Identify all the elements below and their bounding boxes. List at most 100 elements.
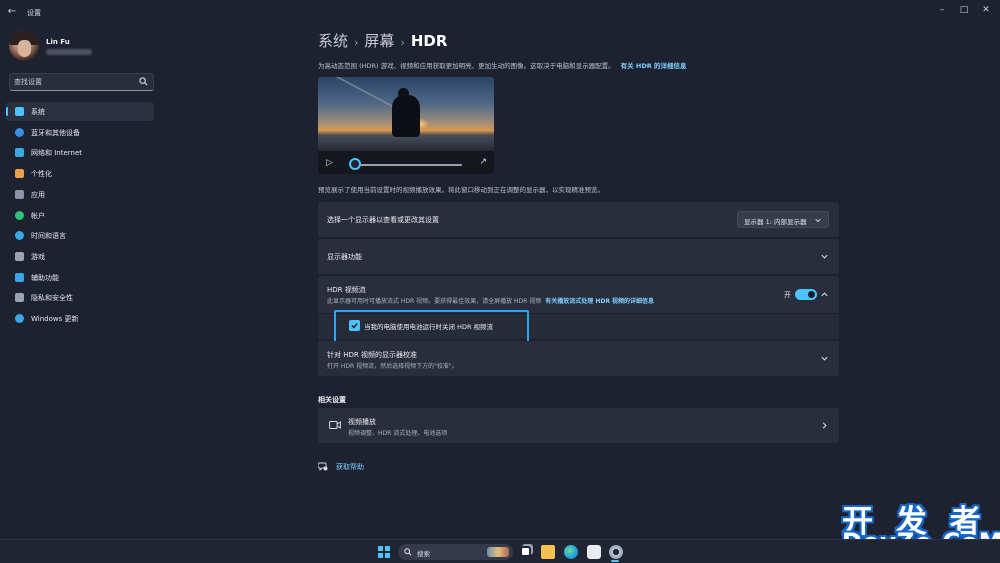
settings-search[interactable] <box>9 73 154 91</box>
sidebar-item-label: 系统 <box>31 108 45 116</box>
highlight-box <box>334 310 529 343</box>
wifi-icon <box>15 148 24 158</box>
maximize-icon[interactable]: □ <box>956 4 972 16</box>
apps-icon <box>15 189 24 199</box>
search-input[interactable] <box>14 76 134 88</box>
calibration-title: 针对 HDR 视频的显示器校准 <box>327 351 417 359</box>
taskbar-search-label: 搜索 <box>417 550 430 558</box>
sidebar-item-label: 应用 <box>31 190 45 199</box>
close-icon[interactable]: ✕ <box>978 4 994 16</box>
account-icon <box>15 210 24 220</box>
hdr-video-subtitle: 此显示器可用时可播放流式 HDR 视频。要获得最佳效果，请全屏播放 HDR 视频… <box>327 296 654 305</box>
display-capabilities-title: 显示器功能 <box>327 253 362 261</box>
video-playback-title: 视频播放 <box>348 418 376 426</box>
brush-icon <box>15 169 24 179</box>
user-name: Lin Fu <box>46 38 70 46</box>
hdr-video-preview: ▷ ↗ <box>318 77 494 174</box>
preview-note: 预览展示了使用当前设置时的视频播放效果。将此窗口移动到正在调整的显示器，以实现精… <box>318 186 604 194</box>
app-title: 设置 <box>27 9 41 17</box>
file-explorer-icon[interactable] <box>541 545 555 559</box>
sidebar-item-account[interactable]: 帐户 <box>6 206 154 225</box>
display-dropdown[interactable]: 显示器 1: 内部显示器 <box>737 211 829 228</box>
toggle-state-label: 开 <box>784 291 791 299</box>
sidebar-item-accessibility[interactable]: 辅助功能 <box>6 268 154 287</box>
sidebar-item-gamepad[interactable]: 游戏 <box>6 247 154 266</box>
display-select-card: 选择一个显示器以查看或更改其设置 显示器 1: 内部显示器 <box>318 202 839 237</box>
hdr-info-link[interactable]: 有关 HDR 的详细信息 <box>621 62 687 70</box>
bluetooth-icon <box>15 127 24 137</box>
sidebar-item-shield[interactable]: 隐私和安全性 <box>6 288 154 307</box>
active-indicator <box>6 107 8 116</box>
avatar[interactable] <box>9 31 39 61</box>
breadcrumb: 系统 › 屏幕 › HDR <box>318 30 447 51</box>
sidebar-item-globe-clock[interactable]: 时间和语言 <box>6 226 154 245</box>
chevron-down-icon <box>821 254 828 259</box>
display-dropdown-value: 显示器 1: 内部显示器 <box>744 218 807 226</box>
chevron-up-icon[interactable] <box>820 290 829 299</box>
start-icon[interactable] <box>378 546 390 558</box>
scrubber-thumb[interactable] <box>349 158 361 170</box>
help-icon[interactable] <box>318 461 328 471</box>
preview-image <box>318 77 494 173</box>
video-playback-subtitle: 视频调整、HDR 流式处理、电池选项 <box>348 430 448 437</box>
hdr-video-title: HDR 视频流 <box>327 286 366 294</box>
user-email-blurred <box>46 49 92 55</box>
store-icon[interactable] <box>587 545 601 559</box>
sidebar-item-label: 个性化 <box>31 170 52 179</box>
back-arrow-icon[interactable]: ← <box>6 6 18 18</box>
related-settings-header: 相关设置 <box>318 396 346 404</box>
active-app-indicator <box>611 560 619 562</box>
minimize-icon[interactable]: – <box>934 4 950 16</box>
sidebar-item-label: Windows 更新 <box>31 315 79 323</box>
breadcrumb-separator: › <box>400 36 405 49</box>
search-highlight-icon <box>487 547 509 557</box>
sidebar-item-label: 蓝牙和其他设备 <box>31 128 80 137</box>
sidebar-item-label: 网络和 Internet <box>31 149 83 158</box>
title-bar: ← 设置 – □ ✕ <box>0 0 1000 24</box>
video-camera-icon <box>329 421 341 429</box>
hdr-video-card: HDR 视频流 此显示器可用时可播放流式 HDR 视频。要获得最佳效果，请全屏播… <box>318 276 839 313</box>
task-view-icon[interactable] <box>520 546 531 557</box>
chevron-right-icon <box>822 422 827 429</box>
video-scrubber[interactable] <box>352 164 462 166</box>
sidebar-item-update[interactable]: Windows 更新 <box>6 309 154 328</box>
settings-icon[interactable] <box>609 545 623 559</box>
sidebar-item-apps[interactable]: 应用 <box>6 185 154 204</box>
play-icon[interactable]: ▷ <box>326 158 333 168</box>
video-playback-card[interactable]: 视频播放 视频调整、HDR 流式处理、电池选项 <box>318 408 839 443</box>
calibration-subtitle: 打开 HDR 视频流，然后选择视频下方的"校准"。 <box>327 363 458 370</box>
search-icon[interactable] <box>139 77 148 86</box>
chevron-down-icon <box>815 218 821 223</box>
sidebar-item-wifi[interactable]: 网络和 Internet <box>6 143 154 162</box>
search-icon <box>404 548 412 556</box>
sidebar-item-bluetooth[interactable]: 蓝牙和其他设备 <box>6 123 154 142</box>
sidebar-item-label: 辅助功能 <box>31 273 59 282</box>
edge-icon[interactable] <box>564 545 578 559</box>
hdr-video-subtitle-text: 此显示器可用时可播放流式 HDR 视频。要获得最佳效果，请全屏播放 HDR 视频 <box>327 298 542 305</box>
hdr-video-toggle[interactable] <box>795 289 817 300</box>
display-select-title: 选择一个显示器以查看或更改其设置 <box>327 216 439 224</box>
display-capabilities-card[interactable]: 显示器功能 <box>318 239 839 274</box>
hdr-streaming-info-link[interactable]: 有关播放流式处理 HDR 视频的详细信息 <box>545 298 654 305</box>
sidebar-item-brush[interactable]: 个性化 <box>6 164 154 183</box>
breadcrumb-item-display[interactable]: 屏幕 <box>364 32 394 50</box>
update-icon <box>15 314 24 323</box>
monitor-icon <box>15 107 24 116</box>
breadcrumb-item-system[interactable]: 系统 <box>318 32 348 50</box>
gamepad-icon <box>15 251 24 261</box>
description-text: 为高动态范围 (HDR) 游戏、视频和应用获取更加明亮、更加生动的图像。这取决于… <box>318 62 615 70</box>
page-title: HDR <box>410 32 448 50</box>
accessibility-icon <box>15 272 24 282</box>
fullscreen-icon[interactable]: ↗ <box>479 157 487 167</box>
sidebar-item-label: 游戏 <box>31 252 45 261</box>
get-help-link[interactable]: 获取帮助 <box>336 462 364 472</box>
shield-icon <box>15 293 24 303</box>
breadcrumb-separator: › <box>354 36 359 49</box>
sidebar-item-label: 时间和语言 <box>31 232 66 241</box>
sidebar-item-monitor[interactable]: 系统 <box>6 102 154 121</box>
taskbar: 搜索 <box>0 539 1000 563</box>
page-description: 为高动态范围 (HDR) 游戏、视频和应用获取更加明亮、更加生动的图像。这取决于… <box>318 60 687 70</box>
calibration-card[interactable]: 针对 HDR 视频的显示器校准 打开 HDR 视频流，然后选择视频下方的"校准"… <box>318 341 839 376</box>
globe-clock-icon <box>15 231 24 241</box>
taskbar-search[interactable]: 搜索 <box>398 544 513 560</box>
